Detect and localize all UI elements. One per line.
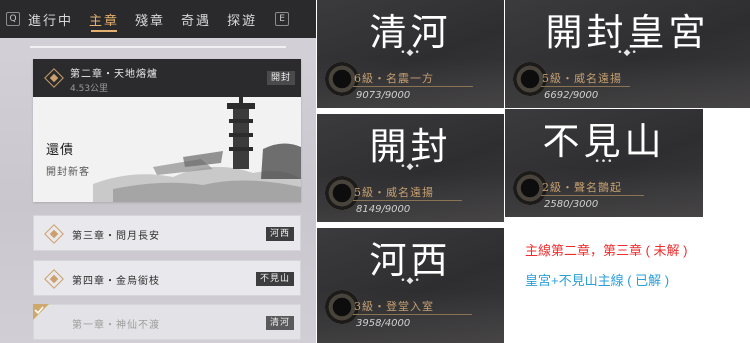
ornament: •◆• <box>400 48 421 58</box>
location-card-kaifeng-palace: 開封皇宮 •◆• 5級・威名遠揚 6692/9000 <box>505 0 750 108</box>
chapter-row-location-tag: 河西 <box>265 227 294 241</box>
next-tab-key-hint[interactable]: E <box>275 12 290 26</box>
reputation-progress: 3958/4000 <box>356 318 411 329</box>
chapter-row-location-tag: 清河 <box>265 316 294 330</box>
diamond-icon <box>44 269 64 289</box>
diamond-icon <box>44 68 64 88</box>
chapter-title: 第二章・天地熔爐 <box>70 69 158 80</box>
location-card-hexi: 河西 •◆• 3級・登堂入室 3958/4000 <box>317 228 504 343</box>
chapter-row-location-tag: 不見山 <box>255 272 294 286</box>
quest-panel: Q 進行中 主章 殘章 奇遇 探遊 E 第二章・天地熔爐 4.53公里 開封 還… <box>0 0 316 343</box>
note-solved: 皇宮+不見山主線 ( 已解 ) <box>525 273 670 288</box>
prev-tab-key-hint[interactable]: Q <box>6 12 20 26</box>
note-unsolved: 主線第二章，第三章 ( 未解 ) <box>525 243 688 258</box>
location-card-qinghe: 清河 •◆• 6級・名震一方 9073/9000 <box>317 0 504 108</box>
tab-exploration[interactable]: 探遊 <box>219 0 265 38</box>
tab-encounters[interactable]: 奇遇 <box>173 0 219 38</box>
chapter-location-tag: 開封 <box>266 71 295 85</box>
reputation-rank: 6級・名震一方 <box>354 72 434 85</box>
quest-name: 還債 <box>46 143 75 158</box>
current-chapter-card[interactable]: 第二章・天地熔爐 4.53公里 開封 還債 開封新客 <box>33 59 301 202</box>
reputation-rank: 5級・威名遠揚 <box>354 186 434 199</box>
reputation-rank: 3級・登堂入室 <box>354 300 434 313</box>
reputation-progress: 2580/3000 <box>544 199 599 210</box>
location-card-kaifeng: 開封 •◆• 5級・威名遠揚 8149/9000 <box>317 114 504 222</box>
reputation-progress-line <box>541 86 630 87</box>
chapter-row-title: 第一章・神仙不渡 <box>72 320 160 331</box>
reputation-progress-line <box>541 195 644 196</box>
ornament: ••• <box>594 157 614 167</box>
tab-in-progress[interactable]: 進行中 <box>20 0 81 38</box>
ornament: •◆• <box>400 276 421 286</box>
tab-main-chapters[interactable]: 主章 <box>81 0 127 38</box>
chapter-row-title: 第三章・問月長安 <box>72 231 160 242</box>
chapter-row-title: 第四章・金烏銜枝 <box>72 276 160 287</box>
reputation-progress-line <box>353 86 473 87</box>
chapter-row-completed[interactable]: 第一章・神仙不渡 清河 <box>33 304 301 340</box>
diamond-icon <box>44 224 64 244</box>
reputation-progress: 8149/9000 <box>356 204 411 215</box>
chapter-row[interactable]: 第四章・金烏銜枝 不見山 <box>33 260 301 296</box>
ornament: •◆• <box>617 48 638 58</box>
chapter-row[interactable]: 第三章・問月長安 河西 <box>33 215 301 251</box>
divider <box>30 46 286 48</box>
quest-giver: 開封新客 <box>46 167 90 178</box>
reputation-rank: 2級・聲名鵲起 <box>542 181 622 194</box>
reputation-rank: 5級・威名遠揚 <box>542 72 622 85</box>
pagoda-illustration <box>93 93 301 202</box>
reputation-progress: 9073/9000 <box>356 90 411 101</box>
location-card-bujianshan: 不見山 ••• 2級・聲名鵲起 2580/3000 <box>505 109 703 217</box>
check-icon <box>33 304 49 320</box>
tab-fragment-chapters[interactable]: 殘章 <box>127 0 173 38</box>
reputation-progress: 6692/9000 <box>544 90 599 101</box>
reputation-progress-line <box>353 314 472 315</box>
tab-bar: Q 進行中 主章 殘章 奇遇 探遊 E <box>0 0 316 38</box>
reputation-progress-line <box>353 200 462 201</box>
ornament: •◆• <box>400 162 421 172</box>
